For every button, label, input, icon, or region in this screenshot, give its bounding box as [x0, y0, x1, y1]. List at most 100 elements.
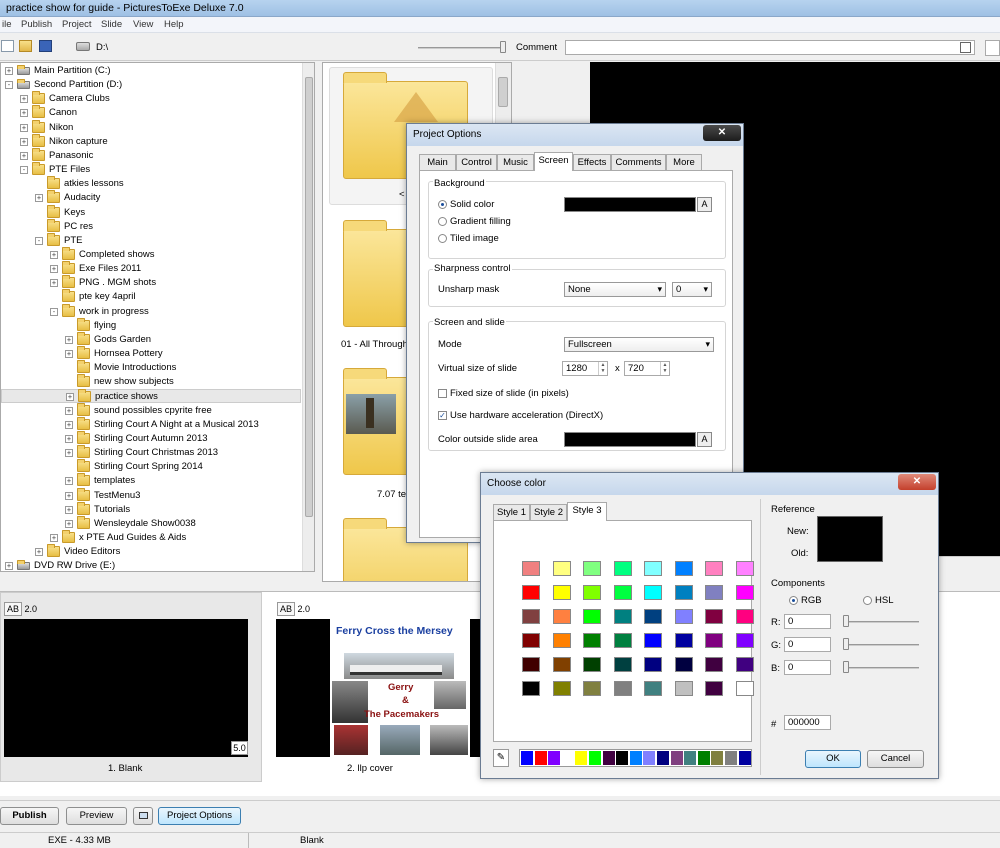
tab-effects[interactable]: Effects [573, 154, 611, 170]
expand-icon[interactable]: + [50, 250, 58, 259]
color-swatch[interactable] [522, 561, 540, 576]
ok-button[interactable]: OK [805, 750, 861, 768]
expand-icon[interactable]: + [65, 434, 73, 443]
tab-control[interactable]: Control [456, 154, 497, 170]
file-pane-scroll-thumb[interactable] [498, 77, 508, 107]
outside-color-picker-button[interactable]: A [697, 432, 712, 447]
unsharp-mask-select[interactable]: None [564, 282, 666, 297]
expand-icon[interactable]: + [65, 449, 73, 458]
preview-button[interactable]: Preview [66, 807, 127, 825]
tree-item[interactable]: + Hornsea Pottery [1, 346, 301, 361]
cancel-button[interactable]: Cancel [867, 750, 924, 768]
color-swatch[interactable] [522, 657, 540, 672]
tab-music[interactable]: Music [497, 154, 534, 170]
menu-file[interactable]: ile [2, 19, 12, 30]
expand-icon[interactable]: + [65, 350, 73, 358]
rgb-radio[interactable] [789, 596, 798, 605]
tab-main[interactable]: Main [419, 154, 456, 170]
color-swatch[interactable] [552, 681, 571, 696]
expand-icon[interactable]: + [20, 151, 28, 160]
tab-style-3[interactable]: Style 3 [567, 502, 607, 521]
expand-icon[interactable]: + [20, 109, 28, 118]
virtual-width-spinner[interactable]: ▲ ▼ [598, 362, 607, 375]
tree-item[interactable]: + DVD RW Drive (E:) [1, 559, 301, 571]
blue-input[interactable]: 0 [784, 660, 831, 675]
tree-item[interactable]: + templates [1, 473, 301, 488]
recent-color-swatch[interactable] [521, 751, 533, 765]
color-swatch[interactable] [522, 633, 540, 648]
zoom-slider-track[interactable] [418, 47, 506, 49]
expand-icon[interactable]: + [65, 505, 73, 514]
color-swatch[interactable] [735, 681, 754, 696]
hsl-radio[interactable] [863, 596, 872, 605]
recent-color-swatch[interactable] [629, 751, 642, 765]
tree-item[interactable]: + PNG . MGM shots [1, 275, 301, 290]
folder-tree-scroll-thumb[interactable] [305, 77, 313, 517]
expand-icon[interactable]: + [66, 393, 74, 402]
eyedropper-button[interactable]: ✎ [493, 749, 509, 767]
tree-item[interactable]: + Exe Files 2011 [1, 261, 301, 276]
menu-help[interactable]: Help [164, 19, 184, 30]
tiled-image-radio[interactable] [438, 234, 447, 243]
color-swatch[interactable] [613, 657, 632, 672]
expand-icon[interactable]: + [65, 335, 73, 344]
green-slider-track[interactable] [843, 644, 919, 646]
tree-item[interactable]: + Stirling Court Christmas 2013 [1, 445, 301, 460]
project-options-button[interactable]: Project Options [158, 807, 241, 825]
recent-color-swatch[interactable] [589, 751, 601, 765]
color-swatch[interactable] [674, 585, 693, 600]
color-swatch[interactable] [644, 657, 662, 672]
outside-color-swatch[interactable] [564, 432, 696, 447]
tree-item[interactable]: + Completed shows [1, 246, 301, 262]
fixed-size-checkbox[interactable] [438, 389, 447, 398]
tab-screen[interactable]: Screen [534, 152, 573, 171]
tree-item[interactable]: flying [1, 317, 301, 333]
windowed-preview-button[interactable] [133, 807, 153, 825]
recent-color-swatch[interactable] [616, 751, 629, 765]
unsharp-amount-select[interactable]: 0 [672, 282, 712, 297]
tree-item[interactable]: Movie Introductions [1, 360, 301, 375]
expand-icon[interactable]: + [65, 491, 73, 500]
tree-item[interactable]: + Video Editors [1, 544, 301, 559]
expand-icon[interactable]: + [5, 67, 13, 75]
tab-more[interactable]: More [666, 154, 702, 170]
color-swatch[interactable] [644, 585, 662, 600]
menu-project[interactable]: Project [62, 19, 92, 30]
expand-icon[interactable]: + [50, 279, 58, 288]
new-file-icon[interactable] [1, 40, 14, 52]
recent-color-swatch[interactable] [643, 751, 656, 765]
red-slider-thumb[interactable] [843, 615, 849, 627]
color-swatch[interactable] [644, 609, 662, 624]
expand-icon[interactable]: + [35, 548, 43, 557]
color-swatch[interactable] [613, 561, 632, 576]
color-swatch[interactable] [735, 633, 754, 648]
pane-splitter[interactable] [315, 62, 322, 582]
background-color-swatch[interactable] [564, 197, 696, 212]
tree-item[interactable]: + practice shows [1, 389, 301, 404]
tree-item[interactable]: + Nikon capture [1, 133, 301, 149]
project-options-close-button[interactable]: ✕ [703, 125, 741, 141]
expand-icon[interactable]: + [5, 562, 13, 571]
expand-icon[interactable]: + [65, 406, 73, 415]
tab-style-1[interactable]: Style 1 [493, 504, 530, 520]
tree-item[interactable]: + TestMenu3 [1, 487, 301, 503]
mode-select[interactable]: Fullscreen [564, 337, 714, 352]
color-swatch[interactable] [674, 633, 693, 648]
color-swatch[interactable] [522, 609, 540, 624]
recent-color-swatch[interactable] [670, 751, 683, 765]
tree-item[interactable]: PC res [1, 218, 301, 234]
tree-item[interactable]: + x PTE Aud Guides & Aids [1, 529, 301, 545]
virtual-height-spinner[interactable]: ▲ ▼ [660, 362, 669, 375]
tree-item[interactable]: + Gods Garden [1, 331, 301, 347]
tree-item[interactable]: + Stirling Court A Night at a Musical 201… [1, 416, 301, 432]
color-swatch[interactable] [613, 633, 632, 648]
tree-item[interactable]: + Wensleydale Show0038 [1, 515, 301, 531]
color-swatch[interactable] [705, 609, 723, 624]
red-slider-track[interactable] [843, 621, 919, 623]
expand-icon[interactable]: + [65, 477, 73, 486]
color-swatch[interactable] [583, 633, 601, 648]
green-slider-thumb[interactable] [843, 638, 849, 650]
tree-item[interactable]: + Nikon [1, 119, 301, 135]
expand-icon[interactable]: + [20, 137, 28, 146]
tree-item[interactable]: new show subjects [1, 374, 301, 389]
